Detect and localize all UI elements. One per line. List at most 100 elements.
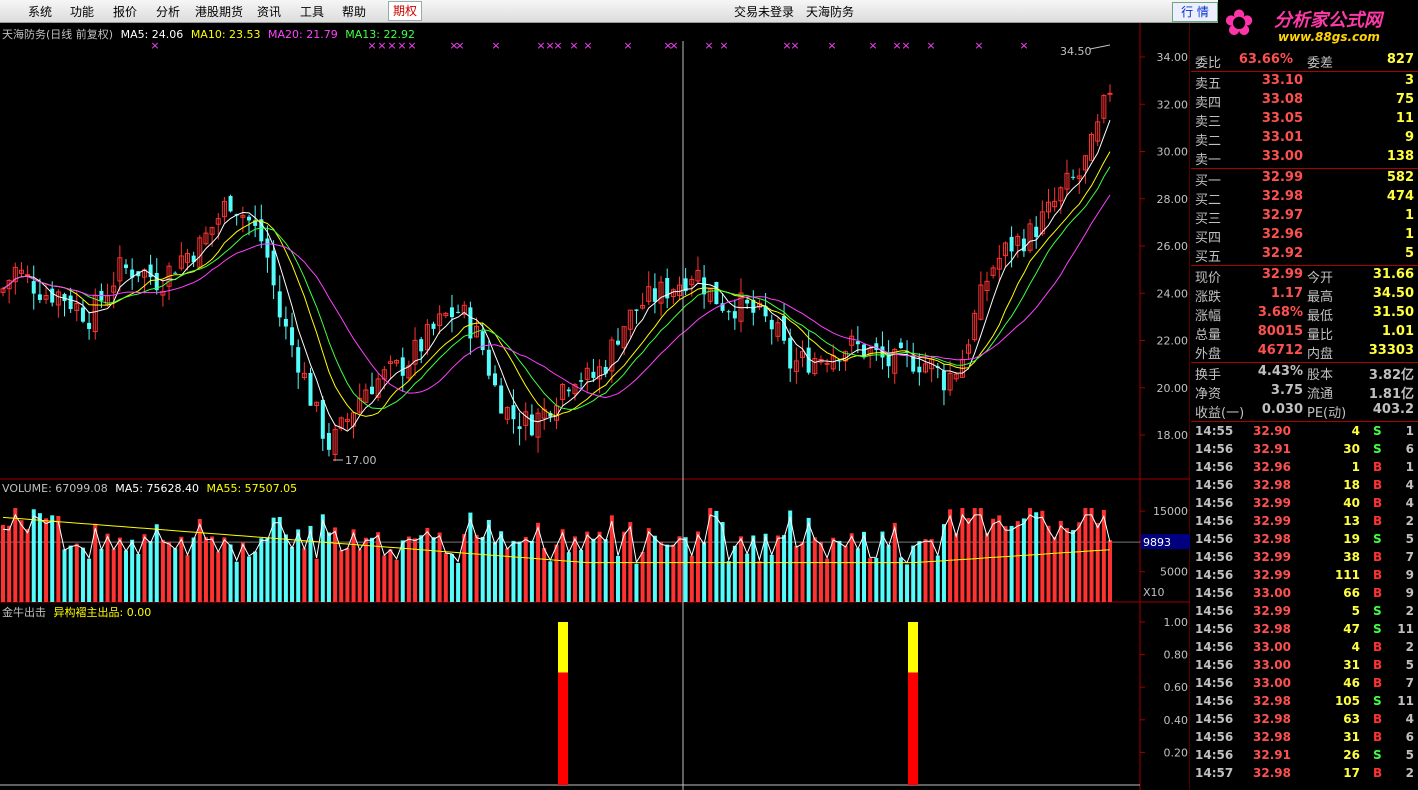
menu-function[interactable]: 功能 (70, 3, 94, 20)
signal-marker: × (974, 39, 983, 52)
tick-row[interactable]: 14:56 32.98 31 B 6 (1191, 730, 1418, 748)
tick-row[interactable]: 14:56 33.00 31 B 5 (1191, 658, 1418, 676)
volume-bar (486, 519, 491, 602)
tick-row[interactable]: 14:56 32.98 19 S 5 (1191, 532, 1418, 550)
candle-body-down (855, 341, 860, 345)
volume-bar (1015, 521, 1020, 602)
tick-row[interactable]: 14:56 32.91 30 S 6 (1191, 442, 1418, 460)
tick-row[interactable]: 14:56 33.00 4 B 2 (1191, 640, 1418, 658)
volume-bar (179, 536, 184, 602)
candle-body-down (228, 196, 233, 212)
tick-row[interactable]: 14:56 32.99 38 B 7 (1191, 550, 1418, 568)
indicator-tick-label: 1.00 (1164, 616, 1189, 629)
volume-bar (529, 540, 534, 602)
candle-body-down (566, 389, 571, 392)
kline-title: 天海防务(日线 前复权) (2, 28, 114, 41)
volume-bar (874, 557, 879, 602)
stat-value: 46712 (1257, 343, 1303, 358)
order-ratio-label: 委比 (1195, 56, 1222, 71)
volume-bar (68, 545, 73, 602)
volume-group (1, 508, 1112, 602)
volume-label: VOLUME: 67099.08 (2, 482, 108, 495)
menu-help[interactable]: 帮助 (342, 3, 366, 20)
signal-bar-bottom (908, 672, 918, 785)
volume-bar (640, 551, 645, 602)
candle-body-down (480, 331, 485, 351)
volume-current-value: 9893 (1143, 536, 1171, 549)
ask-label: 卖四 (1195, 96, 1222, 111)
candle-body-down (702, 277, 707, 295)
ask-row: 卖二 33.01 9 (1191, 130, 1418, 149)
tick-row[interactable]: 14:56 32.91 26 S 5 (1191, 748, 1418, 766)
login-status[interactable]: 交易未登录 (734, 3, 794, 20)
volume-bar (517, 541, 522, 602)
menu-analysis[interactable]: 分析 (156, 3, 180, 20)
signal-marker: × (569, 39, 578, 52)
candle-body-down (265, 238, 270, 258)
tick-time: 14:56 (1195, 712, 1234, 726)
bid-price: 32.98 (1261, 189, 1303, 204)
high-label: 34.50 (1060, 45, 1092, 58)
stat-value: 3.68% (1257, 305, 1303, 320)
stock-name: 天海防务 (806, 5, 855, 19)
tick-row[interactable]: 14:56 33.00 46 B 7 (1191, 676, 1418, 694)
menu-news[interactable]: 资讯 (257, 3, 281, 20)
volume-bar (997, 515, 1002, 602)
ma10-label: MA10: 23.53 (190, 28, 261, 41)
stat-label2: 今开 (1307, 271, 1334, 286)
quote-button[interactable]: 行 情 (1172, 2, 1218, 22)
volume-bar (898, 557, 903, 602)
tick-row[interactable]: 14:57 32.98 17 B 2 (1191, 766, 1418, 784)
volume-bar (50, 515, 55, 602)
tick-row[interactable]: 14:56 32.98 47 S 11 (1191, 622, 1418, 640)
bid-row: 买二 32.98 474 (1191, 189, 1418, 208)
tick-time: 14:56 (1195, 478, 1234, 492)
tick-side: B (1373, 730, 1383, 744)
volume-bar (806, 517, 811, 602)
volume-bar (425, 527, 430, 602)
tick-volume: 47 (1343, 622, 1360, 636)
volume-bar (234, 561, 239, 602)
menu-tools[interactable]: 工具 (300, 3, 324, 20)
tick-row[interactable]: 14:56 32.99 5 S 2 (1191, 604, 1418, 622)
volume-bar (271, 517, 276, 602)
candle-body-down (271, 250, 276, 286)
volume-bar (603, 539, 608, 602)
tick-row[interactable]: 14:56 32.99 13 B 2 (1191, 514, 1418, 532)
stat-value: 32.99 (1261, 267, 1303, 282)
tick-row[interactable]: 14:56 32.99 40 B 4 (1191, 496, 1418, 514)
fundamental-value2: 3.82亿 (1368, 368, 1414, 383)
tick-row[interactable]: 14:56 32.96 1 B 1 (1191, 460, 1418, 478)
volume-bar (1052, 536, 1057, 602)
tick-row[interactable]: 14:56 32.98 18 B 4 (1191, 478, 1418, 496)
tick-row[interactable]: 14:56 32.98 105 S 11 (1191, 694, 1418, 712)
tick-row[interactable]: 14:56 32.98 63 B 4 (1191, 712, 1418, 730)
menu-quote[interactable]: 报价 (113, 3, 137, 20)
volume-bar (419, 535, 424, 602)
tick-time: 14:56 (1195, 640, 1234, 654)
tick-row[interactable]: 14:55 32.90 4 S 1 (1191, 424, 1418, 442)
volume-bar (228, 544, 233, 602)
chart-canvas[interactable]: 34.00 32.00 30.00 28.00 26.00 24.00 22.00 20.00… (0, 23, 1190, 790)
stat-row: 涨幅 3.68% 最低 31.50 (1191, 305, 1418, 324)
volume-bar (978, 508, 983, 602)
menu-system[interactable]: 系统 (28, 3, 52, 20)
volume-bar (1034, 512, 1039, 602)
volume-bar (351, 529, 356, 602)
volume-bar (572, 536, 577, 602)
chart-area[interactable]: 34.00 32.00 30.00 28.00 26.00 24.00 22.00 20.00… (0, 23, 1190, 790)
tick-row[interactable]: 14:56 33.00 66 B 9 (1191, 586, 1418, 604)
stat-label: 总量 (1195, 328, 1222, 343)
ask-price: 33.10 (1261, 73, 1303, 88)
bid-volume: 5 (1404, 246, 1414, 261)
menu-options[interactable]: 期权 (388, 1, 423, 21)
volume-bar (160, 539, 165, 602)
volume-bar (449, 554, 454, 602)
menu-hk-futures[interactable]: 港股期货 (195, 3, 243, 20)
tick-time: 14:56 (1195, 496, 1234, 510)
bid-label: 买五 (1195, 250, 1222, 265)
tick-row[interactable]: 14:56 32.99 111 B 9 (1191, 568, 1418, 586)
tick-side: B (1373, 712, 1383, 726)
volume-bar (382, 555, 387, 602)
volume-bar (290, 546, 295, 602)
